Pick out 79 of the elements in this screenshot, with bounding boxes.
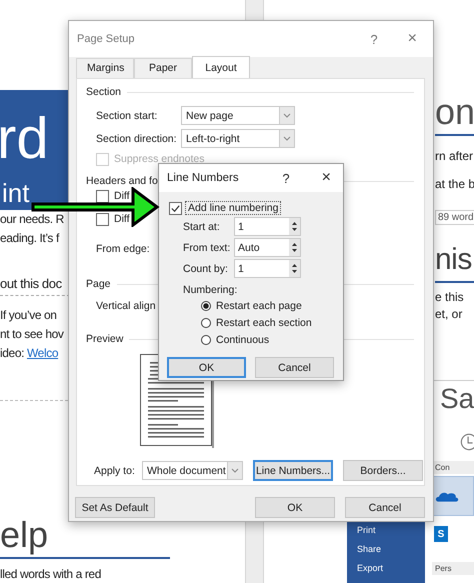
- radio-label: Restart each section: [216, 316, 312, 328]
- group-label: Section: [86, 86, 122, 98]
- group-label: Numbering:: [182, 283, 238, 297]
- help-button[interactable]: ?: [282, 170, 290, 186]
- doc-heading: nis: [435, 242, 473, 278]
- checkbox-label: Diff: [114, 190, 130, 202]
- doc-text: e this: [435, 289, 465, 306]
- location-tile[interactable]: [432, 476, 474, 516]
- tab[interactable]: Margins: [76, 58, 134, 78]
- doc-text: rn after: [435, 148, 474, 165]
- doc-text: nt to see hov: [0, 326, 65, 343]
- dialog-title: Line Numbers: [167, 172, 240, 184]
- doc-text: our needs. R: [0, 211, 65, 228]
- dialog-button[interactable]: Cancel: [255, 357, 334, 378]
- checkbox[interactable]: [169, 202, 182, 214]
- section-label: Pers: [432, 562, 474, 575]
- dialog-button[interactable]: OK: [255, 497, 335, 518]
- doc-heading: elp: [0, 515, 50, 555]
- tab[interactable]: Layout: [192, 56, 250, 79]
- doc-link[interactable]: Welco: [26, 346, 58, 360]
- group-label: Preview: [86, 333, 124, 345]
- field-label: Apply to:: [94, 464, 132, 476]
- sharepoint-icon: S: [434, 526, 448, 542]
- help-button[interactable]: ?: [370, 32, 378, 46]
- radio-button[interactable]: [201, 300, 211, 310]
- radio-button[interactable]: [201, 318, 211, 328]
- chevron-down-icon: [227, 462, 242, 479]
- field-label: Section start:: [96, 110, 158, 122]
- checkbox-label: Add line numbering: [185, 201, 282, 215]
- tab[interactable]: Paper: [134, 58, 192, 78]
- field-label: Section direction:: [96, 132, 178, 144]
- spin-field[interactable]: 1: [234, 217, 301, 236]
- close-button[interactable]: ×: [322, 169, 331, 187]
- dialog-button[interactable]: Borders...: [343, 460, 423, 481]
- chevron-down-icon: [279, 107, 294, 124]
- backstage-title: Sa: [440, 382, 474, 416]
- close-button[interactable]: ×: [408, 30, 417, 48]
- clock-icon: [460, 433, 474, 451]
- dropdown[interactable]: New page: [181, 106, 295, 125]
- field-label: Count by:: [183, 262, 229, 274]
- field-label: Start at:: [183, 220, 221, 232]
- field-label: Vertical align: [95, 300, 156, 312]
- nav-item[interactable]: Share: [347, 540, 425, 559]
- field-label: From edge:: [95, 243, 150, 255]
- radio-button[interactable]: [201, 334, 211, 344]
- group-label: Page: [86, 278, 111, 290]
- dialog-button[interactable]: Cancel: [345, 497, 425, 518]
- doc-text: If you’ve on: [0, 307, 58, 324]
- spin-arrows-icon: [289, 260, 300, 277]
- spin-field[interactable]: Auto: [234, 238, 301, 257]
- doc-text: lled words with a red: [0, 566, 102, 583]
- checkbox-label: Suppress endnotes: [114, 153, 204, 165]
- radio-label: Continuous: [216, 334, 270, 346]
- spin-arrows-icon: [289, 218, 300, 235]
- word-count: 89 word: [435, 210, 474, 225]
- nav-item[interactable]: Print: [347, 521, 425, 540]
- doc-heading: on: [435, 92, 474, 132]
- banner-title: rd: [0, 108, 50, 170]
- radio-label: Restart each page: [216, 300, 302, 312]
- doc-text: ideo: Welco: [0, 345, 60, 362]
- field-label: From text:: [183, 242, 232, 254]
- chevron-down-icon: [279, 130, 294, 147]
- spin-arrows-icon: [289, 239, 300, 256]
- checkbox-label: Diff: [114, 213, 130, 225]
- checkbox[interactable]: [96, 212, 109, 226]
- dropdown[interactable]: Whole document: [142, 461, 243, 480]
- nav-item[interactable]: Export: [347, 559, 425, 578]
- spin-field[interactable]: 1: [234, 259, 301, 278]
- checkbox[interactable]: [96, 190, 109, 202]
- dialog-button[interactable]: Line Numbers...: [253, 460, 333, 481]
- section-label: Con: [432, 461, 474, 474]
- set-default-button[interactable]: Set As Default: [75, 497, 155, 518]
- dialog-button[interactable]: OK: [167, 357, 246, 378]
- dialog-title: Page Setup: [77, 33, 136, 45]
- group-label: Headers and fo: [86, 175, 158, 187]
- banner-subtitle: int: [2, 178, 30, 208]
- doc-text: eading. It’s f: [0, 230, 60, 247]
- doc-text: et, or: [435, 306, 464, 323]
- dropdown[interactable]: Left-to-right: [181, 129, 295, 148]
